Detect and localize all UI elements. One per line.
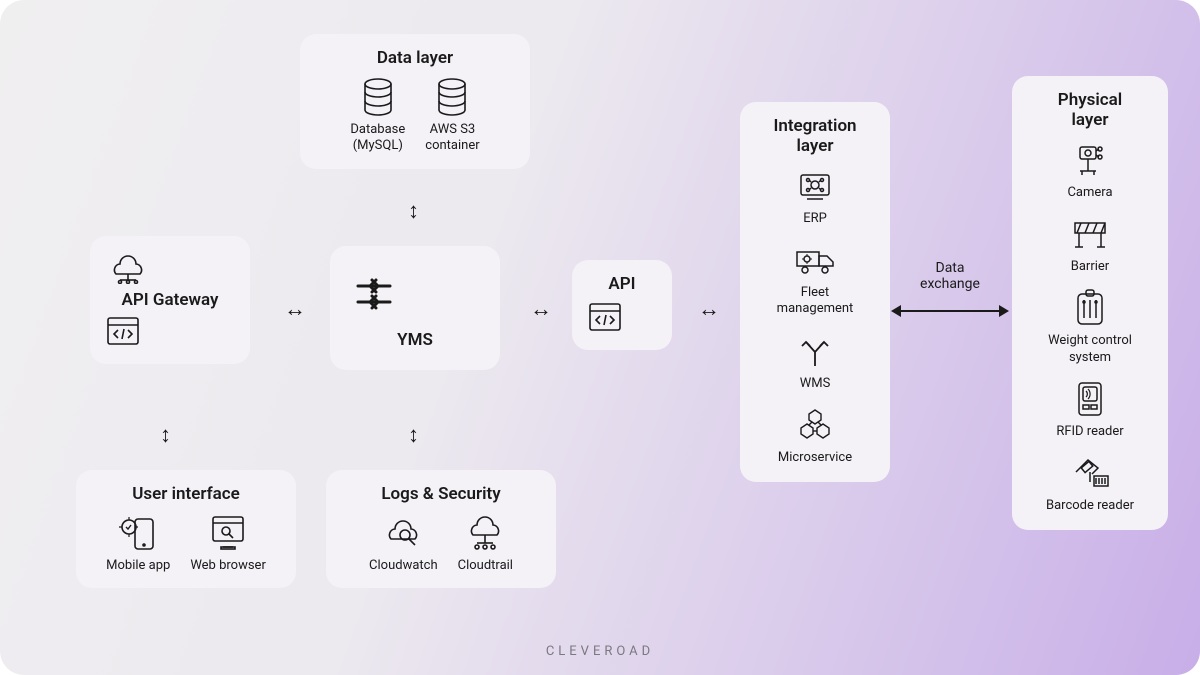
api-gateway-card: API Gateway xyxy=(90,236,250,364)
cloudtrail-cell: Cloudtrail xyxy=(458,512,513,574)
cloudwatch-icon xyxy=(381,512,425,554)
ui-title: User interface xyxy=(92,484,280,504)
yms-card: YMS xyxy=(330,246,500,370)
cloudwatch-cell: Cloudwatch xyxy=(369,512,438,574)
barcode-icon xyxy=(1068,452,1112,494)
database-icon xyxy=(361,76,395,118)
physical-title: Physical layer xyxy=(1028,90,1152,131)
wms-cell: WMS xyxy=(756,330,874,392)
split-arrow-icon xyxy=(796,330,834,372)
rfid-cell: RFID reader xyxy=(1028,378,1152,440)
microservice-cell: Microservice xyxy=(756,404,874,466)
erp-label: ERP xyxy=(803,211,827,227)
cloudwatch-label: Cloudwatch xyxy=(369,558,438,574)
arrow-gateway-yms: ↔ xyxy=(284,296,306,322)
mobile-app-label: Mobile app xyxy=(106,558,170,574)
arrow-api-integration: ↔ xyxy=(698,296,720,322)
s3-icon xyxy=(435,76,469,118)
footer-brand: CLEVEROAD xyxy=(0,644,1200,659)
arrow-gateway-ui: ↕ xyxy=(160,422,171,448)
api-card: API xyxy=(572,260,672,350)
camera-label: Camera xyxy=(1067,185,1112,201)
physical-layer-card: Physical layer Camera xyxy=(1012,76,1168,530)
rfid-icon xyxy=(1073,378,1107,420)
web-browser-label: Web browser xyxy=(190,558,266,574)
architecture-diagram: Data layer Database (MySQL) xyxy=(0,0,1200,675)
fleet-label: Fleet management xyxy=(777,285,854,318)
weight-label: Weight control system xyxy=(1048,333,1132,366)
barcode-label: Barcode reader xyxy=(1046,498,1134,514)
cloudtrail-label: Cloudtrail xyxy=(458,558,513,574)
yms-title: YMS xyxy=(346,330,484,350)
api-code-icon xyxy=(588,302,656,336)
data-layer-title: Data layer xyxy=(316,48,514,68)
mobile-app-cell: Mobile app xyxy=(106,512,170,574)
data-exchange-label: Data exchange xyxy=(910,260,990,292)
database-cell: Database (MySQL) xyxy=(350,76,405,155)
barrier-icon xyxy=(1069,213,1111,255)
database-label: Database (MySQL) xyxy=(350,122,405,155)
camera-icon xyxy=(1070,139,1110,181)
user-interface-card: User interface Mobile app xyxy=(76,470,296,588)
rfid-label: RFID reader xyxy=(1056,424,1123,440)
s3-label: AWS S3 container xyxy=(425,122,479,155)
data-layer-card: Data layer Database (MySQL) xyxy=(300,34,530,169)
arrow-yms-api: ↔ xyxy=(530,296,552,322)
arrow-integration-physical xyxy=(900,310,1000,312)
integration-title: Integration layer xyxy=(756,116,874,157)
api-title: API xyxy=(588,274,656,294)
barrier-cell: Barrier xyxy=(1028,213,1152,275)
arrow-yms-logs: ↕ xyxy=(408,422,419,448)
wms-label: WMS xyxy=(800,376,831,392)
camera-cell: Camera xyxy=(1028,139,1152,201)
cycle-arrows-icon xyxy=(346,266,484,322)
microservice-icon xyxy=(795,404,835,446)
integration-layer-card: Integration layer ERP xyxy=(740,102,890,482)
logs-security-card: Logs & Security Cloudwatch xyxy=(326,470,556,588)
weight-cell: Weight control system xyxy=(1028,287,1152,366)
cloudtrail-icon xyxy=(463,512,507,554)
web-browser-icon xyxy=(207,512,249,554)
web-browser-cell: Web browser xyxy=(190,512,266,574)
barcode-cell: Barcode reader xyxy=(1028,452,1152,514)
arrow-data-yms: ↕ xyxy=(408,198,419,224)
fleet-cell: Fleet management xyxy=(756,239,874,318)
erp-icon xyxy=(795,165,835,207)
s3-cell: AWS S3 container xyxy=(425,76,479,155)
mobile-app-icon xyxy=(117,512,159,554)
cloud-api-icon xyxy=(106,250,234,286)
truck-icon xyxy=(793,239,837,281)
erp-cell: ERP xyxy=(756,165,874,227)
code-window-icon xyxy=(106,316,234,350)
weight-icon xyxy=(1072,287,1108,329)
barrier-label: Barrier xyxy=(1071,259,1109,275)
microservice-label: Microservice xyxy=(778,450,852,466)
logs-title: Logs & Security xyxy=(342,484,540,504)
api-gateway-title: API Gateway xyxy=(106,290,234,310)
